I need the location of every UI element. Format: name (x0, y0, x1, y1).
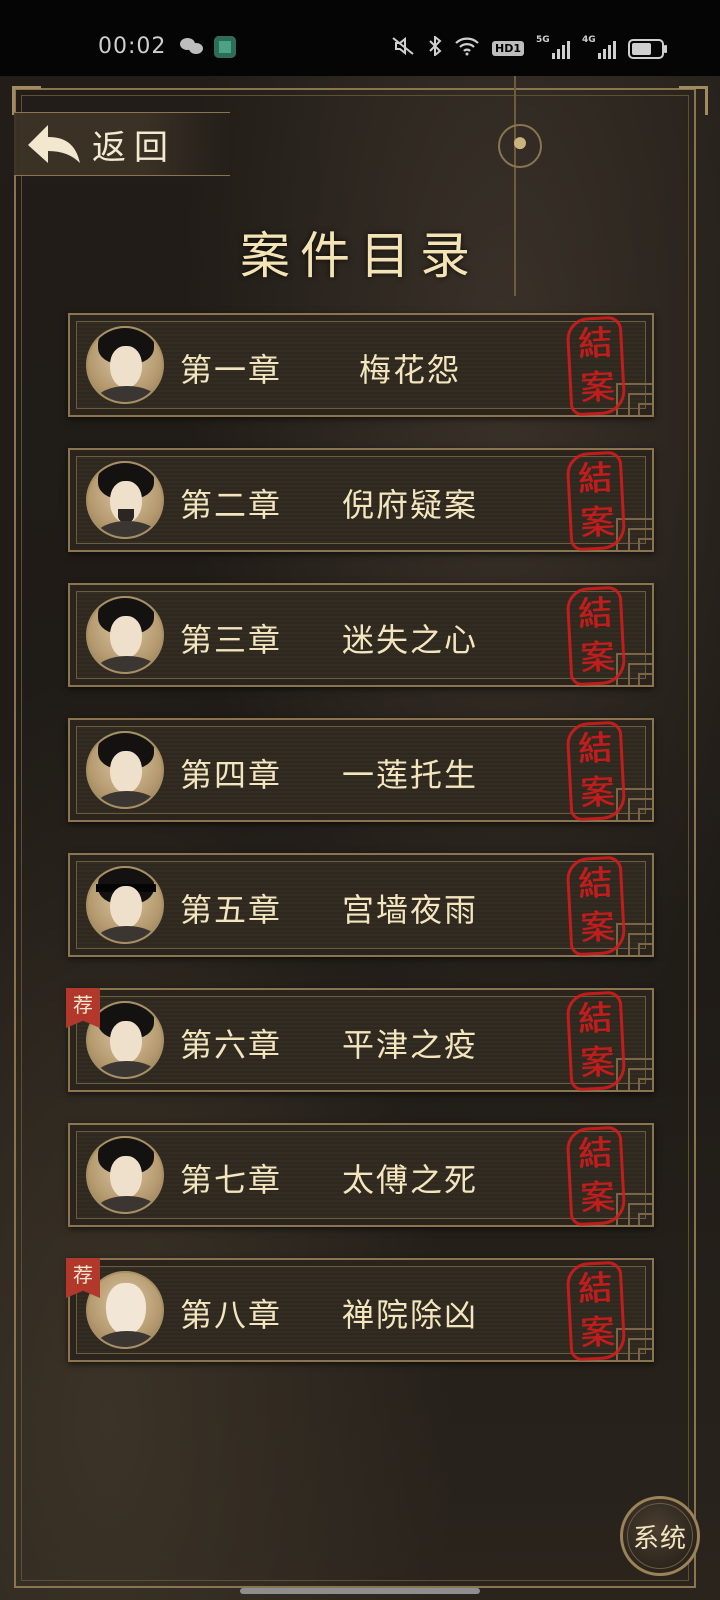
chapter-card-3[interactable]: 第三章 迷失之心 結案 (68, 583, 654, 687)
case-closed-seal: 結案 (565, 1125, 627, 1227)
battery-icon (628, 38, 667, 59)
avatar (86, 461, 164, 539)
back-label: 返回 (92, 127, 176, 168)
hd-badge: HD1 (492, 41, 524, 56)
status-time: 00:02 (98, 34, 167, 59)
chapter-card-5[interactable]: 第五章 宫墙夜雨 結案 (68, 853, 654, 957)
avatar (86, 326, 164, 404)
home-indicator[interactable] (240, 1588, 480, 1594)
case-closed-seal: 結案 (565, 720, 627, 822)
chapter-card-6[interactable]: 荐 第六章 平津之疫 結案 (66, 988, 654, 1092)
chapter-number: 第三章 (180, 621, 283, 659)
avatar (86, 1136, 164, 1214)
chapter-title: 梅花怨 (358, 351, 461, 389)
notification-icons (180, 36, 236, 58)
wechat-icon (180, 36, 204, 56)
status-bar: 00:02 HD1 5G 4G (0, 0, 720, 76)
avatar (86, 596, 164, 674)
chapter-number: 第一章 (180, 351, 283, 389)
bluetooth-icon (428, 34, 442, 61)
chapter-title: 禅院除凶 (341, 1296, 478, 1334)
chapter-number: 第七章 (180, 1161, 283, 1199)
case-closed-seal: 結案 (565, 450, 627, 552)
status-indicators: HD1 5G 4G (390, 34, 667, 61)
chapter-number: 第六章 (180, 1026, 283, 1064)
case-closed-seal: 結案 (565, 585, 627, 687)
case-closed-seal: 結案 (565, 990, 627, 1092)
case-closed-seal: 結案 (565, 1260, 627, 1362)
chapter-card-8[interactable]: 荐 第八章 禅院除凶 結案 (66, 1258, 654, 1362)
chapter-card-7[interactable]: 第七章 太傅之死 結案 (68, 1123, 654, 1227)
system-button[interactable]: 系统 (620, 1496, 700, 1576)
chapter-title: 迷失之心 (341, 621, 478, 659)
page-title: 案件目录 (240, 227, 480, 285)
chapter-card-1[interactable]: 第一章 梅花怨 結案 (68, 313, 654, 417)
app-notification-icon (214, 36, 236, 58)
chapter-title: 宫墙夜雨 (341, 891, 478, 929)
back-arrow-icon (28, 125, 80, 163)
chapter-card-2[interactable]: 第二章 倪府疑案 結案 (68, 448, 654, 552)
chapter-number: 第五章 (180, 891, 283, 929)
avatar (86, 731, 164, 809)
chapter-number: 第二章 (180, 486, 283, 524)
case-closed-seal: 結案 (565, 855, 627, 957)
game-screen: 返回 案件目录 第一章 梅花怨 結案 第二章 倪府疑案 結案 第三章 迷失之心 … (0, 76, 720, 1600)
signal-5g-icon: 5G (536, 35, 570, 59)
wifi-icon (454, 36, 480, 61)
chapter-title: 太傅之死 (341, 1161, 478, 1199)
chapter-number: 第八章 (180, 1296, 283, 1334)
frame-corner-ornament (12, 86, 41, 115)
hanging-ornament-icon (488, 114, 552, 178)
mute-icon (390, 36, 416, 61)
back-button[interactable]: 返回 (14, 112, 230, 176)
chapter-title: 平津之疫 (341, 1026, 478, 1064)
chapter-title: 一莲托生 (341, 756, 478, 794)
chapter-title: 倪府疑案 (341, 486, 478, 524)
signal-4g-icon: 4G (582, 35, 616, 59)
chapter-number: 第四章 (180, 756, 283, 794)
case-closed-seal: 結案 (565, 315, 627, 417)
avatar (86, 866, 164, 944)
chapter-card-4[interactable]: 第四章 一莲托生 結案 (68, 718, 654, 822)
frame-corner-ornament (679, 86, 708, 115)
